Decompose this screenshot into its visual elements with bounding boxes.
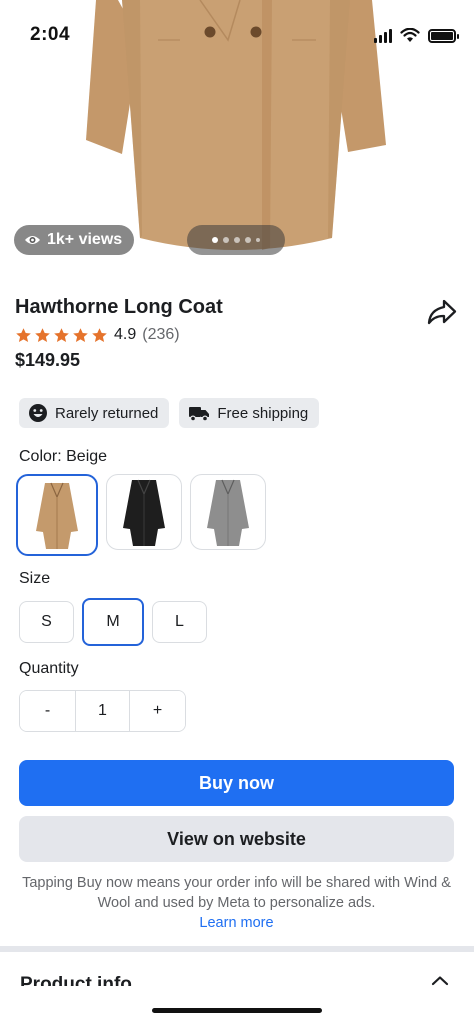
wifi-icon [400,28,420,42]
home-indicator[interactable] [152,1008,322,1013]
rating-count[interactable]: (236) [142,326,179,344]
page-dot[interactable] [256,238,260,242]
product-info-heading[interactable]: Product info [20,972,132,986]
smile-icon [29,404,47,422]
size-selector: S M L [19,598,207,646]
eye-icon [25,236,40,244]
disclaimer: Tapping Buy now means your order info wi… [20,873,453,933]
cellular-signal-icon [374,29,392,43]
status-bar: 2:04 [0,0,474,70]
share-button[interactable] [425,296,459,328]
product-price: $149.95 [15,350,81,370]
size-label: Size [19,570,51,587]
view-on-website-button[interactable]: View on website [19,816,454,862]
color-option-black[interactable] [106,474,182,550]
badge-rarely-returned: Rarely returned [19,398,170,428]
page-dot[interactable] [212,237,218,243]
status-time: 2:04 [30,24,71,45]
learn-more-link[interactable]: Learn more [20,913,453,933]
decrement-button[interactable]: - [20,691,75,731]
badge-free-shipping: Free shipping [179,398,320,428]
section-divider [0,946,474,952]
page-dot[interactable] [245,237,251,243]
product-title: Hawthorne Long Coat [15,296,223,318]
page-dot[interactable] [223,237,229,243]
views-badge: 1k+ views [14,225,135,255]
increment-button[interactable]: + [130,691,185,731]
beige-coat-thumbnail [36,482,78,549]
share-icon [427,299,457,325]
color-option-beige[interactable] [16,474,98,556]
page-dot[interactable] [234,237,240,243]
gray-coat-thumbnail [207,479,249,546]
badge-label: Rarely returned [55,404,159,422]
buy-now-button[interactable]: Buy now [19,760,454,806]
size-option-m[interactable]: M [82,598,144,646]
truck-icon [189,406,210,422]
star-icon [92,327,107,342]
status-icons [374,28,459,43]
color-option-gray[interactable] [190,474,266,550]
quantity-label: Quantity [19,660,79,677]
quantity-stepper: - 1 + [19,690,186,732]
star-icon [16,327,31,342]
battery-icon [428,29,459,43]
views-count: 1k+ views [47,231,123,248]
color-selector [16,474,266,556]
image-pagination[interactable] [187,225,285,255]
rating-value: 4.9 [114,326,137,343]
badge-label: Free shipping [217,404,309,422]
black-coat-thumbnail [123,479,165,546]
quantity-value: 1 [75,691,130,731]
star-icon [73,327,88,342]
color-label: Color: Beige [19,448,108,465]
product-image-carousel[interactable]: 2:04 1k+ views [0,0,474,270]
disclaimer-text: Tapping Buy now means your order info wi… [22,875,451,911]
star-icon [35,327,50,342]
rating-row[interactable]: 4.9 (236) [15,326,180,344]
size-option-l[interactable]: L [152,601,207,643]
star-icon [54,327,69,342]
chevron-up-icon[interactable] [431,975,449,986]
size-option-s[interactable]: S [19,601,74,643]
product-badges: Rarely returned Free shipping [19,398,320,428]
